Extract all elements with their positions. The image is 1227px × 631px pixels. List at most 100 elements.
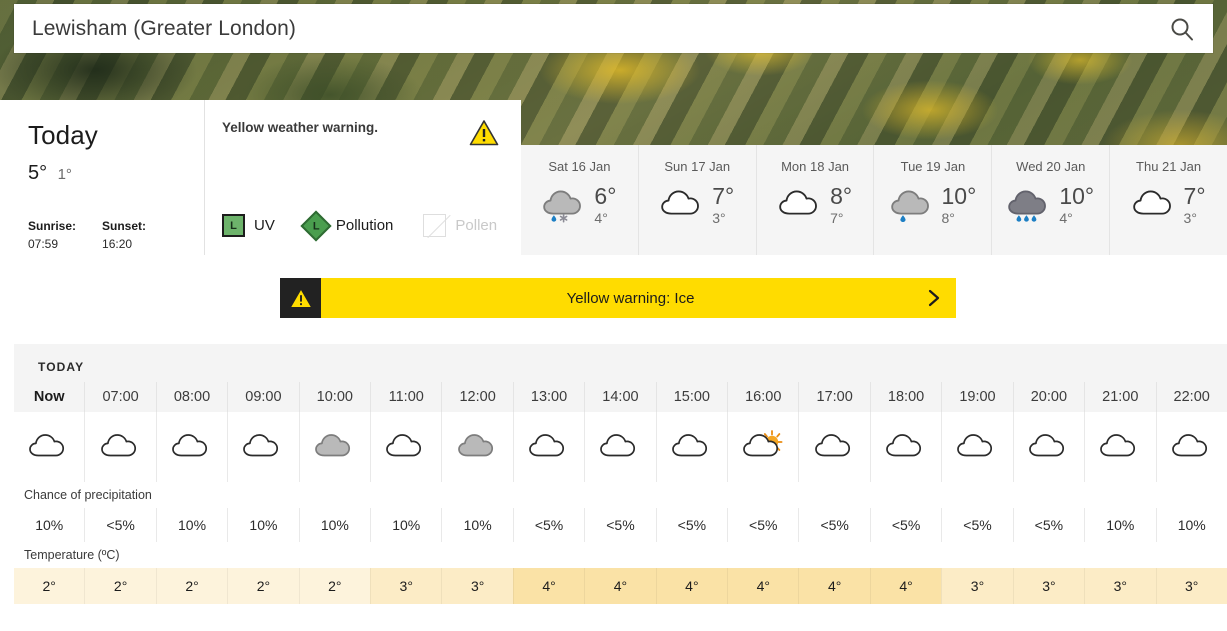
uv-level-badge: L bbox=[222, 214, 245, 237]
cloudy-icon bbox=[956, 429, 998, 465]
light-rain-icon bbox=[890, 185, 936, 225]
hour-precipitation-value: <5% bbox=[941, 508, 1012, 542]
sunny-intervals-icon bbox=[742, 429, 784, 465]
cloudy-icon bbox=[1028, 429, 1070, 465]
hour-temperature-value: 3° bbox=[370, 568, 441, 604]
day-body: 7°3° bbox=[660, 184, 734, 226]
warning-triangle-icon bbox=[469, 119, 499, 146]
day-temps: 8°7° bbox=[830, 184, 852, 226]
hour-weather-icon-cell bbox=[1156, 412, 1227, 482]
indicator-pollution-label: Pollution bbox=[336, 217, 394, 234]
hour-cell-time[interactable]: 17:00 bbox=[798, 382, 869, 412]
today-temperatures: 5° 1° bbox=[28, 162, 204, 185]
day-temps: 10°8° bbox=[942, 184, 977, 226]
hour-weather-icon-cell bbox=[1084, 412, 1155, 482]
pollution-level-value: L bbox=[312, 219, 319, 231]
hour-cell-time[interactable]: 12:00 bbox=[441, 382, 512, 412]
hour-cell-time[interactable]: 11:00 bbox=[370, 382, 441, 412]
location-search-bar[interactable]: Lewisham (Greater London) bbox=[14, 4, 1213, 53]
daily-forecast-strip: Sat 16 Jan6°4°Sun 17 Jan7°3°Mon 18 Jan8°… bbox=[521, 145, 1227, 255]
hour-weather-icon-cell bbox=[441, 412, 512, 482]
cloudy-icon bbox=[660, 185, 706, 225]
sleet-icon bbox=[542, 185, 588, 225]
hour-cell-time[interactable]: 19:00 bbox=[941, 382, 1012, 412]
pollution-level-badge: L bbox=[300, 210, 331, 241]
warning-banner-body[interactable]: Yellow warning: Ice bbox=[321, 278, 956, 318]
day-forecast-card[interactable]: Tue 19 Jan 10°8° bbox=[873, 145, 991, 255]
weather-page: Lewisham (Greater London) Today 5° 1° Su… bbox=[0, 0, 1227, 631]
cloudy-icon bbox=[528, 429, 570, 465]
weather-warning-banner[interactable]: Yellow warning: Ice bbox=[280, 278, 956, 318]
hour-weather-icon-cell bbox=[156, 412, 227, 482]
day-low-temp: 3° bbox=[712, 210, 734, 226]
hourly-precipitation-row: 10%<5%10%10%10%10%10%<5%<5%<5%<5%<5%<5%<… bbox=[14, 508, 1227, 542]
hour-cell-time[interactable]: 07:00 bbox=[84, 382, 155, 412]
day-low-temp: 4° bbox=[594, 210, 616, 226]
hour-temperature-value: 4° bbox=[798, 568, 869, 604]
hour-cell-now[interactable]: Now bbox=[14, 382, 84, 412]
hour-cell-time[interactable]: 15:00 bbox=[656, 382, 727, 412]
hour-cell-time[interactable]: 14:00 bbox=[584, 382, 655, 412]
hour-weather-icon-cell bbox=[727, 412, 798, 482]
chevron-right-icon[interactable] bbox=[912, 288, 956, 308]
cloudy-icon bbox=[1132, 185, 1178, 225]
day-forecast-card[interactable]: Mon 18 Jan8°7° bbox=[756, 145, 874, 255]
hour-cell-time[interactable]: 10:00 bbox=[299, 382, 370, 412]
hour-cell-time[interactable]: 21:00 bbox=[1084, 382, 1155, 412]
hour-temperature-value: 3° bbox=[441, 568, 512, 604]
day-temps: 10°4° bbox=[1059, 184, 1094, 226]
day-body: 7°3° bbox=[1132, 184, 1206, 226]
cloudy-icon bbox=[242, 429, 284, 465]
day-name: Tue 19 Jan bbox=[901, 159, 966, 174]
day-low-temp: 4° bbox=[1059, 210, 1094, 226]
hour-precipitation-value: 10% bbox=[299, 508, 370, 542]
hour-temperature-value: 2° bbox=[84, 568, 155, 604]
search-input[interactable]: Lewisham (Greater London) bbox=[14, 17, 1151, 41]
precipitation-label: Chance of precipitation bbox=[14, 482, 1227, 508]
day-temps: 7°3° bbox=[712, 184, 734, 226]
hour-weather-icon-cell bbox=[798, 412, 869, 482]
indicator-pollen-label: Pollen bbox=[455, 217, 497, 234]
hour-temperature-value: 4° bbox=[870, 568, 941, 604]
hour-cell-time[interactable]: 08:00 bbox=[156, 382, 227, 412]
search-button[interactable] bbox=[1151, 4, 1213, 53]
sunset-time: 16:20 bbox=[102, 237, 146, 251]
day-high-temp: 8° bbox=[830, 184, 852, 208]
day-temps: 6°4° bbox=[594, 184, 616, 226]
hour-precipitation-value: <5% bbox=[513, 508, 584, 542]
hour-precipitation-value: 10% bbox=[227, 508, 298, 542]
hour-temperature-value: 4° bbox=[584, 568, 655, 604]
search-icon bbox=[1168, 15, 1196, 43]
day-high-temp: 7° bbox=[1184, 184, 1206, 208]
hour-weather-icon-cell bbox=[513, 412, 584, 482]
cloudy-icon bbox=[100, 429, 142, 465]
warning-banner-text: Yellow warning: Ice bbox=[321, 290, 912, 307]
sunset-label: Sunset: bbox=[102, 219, 146, 233]
day-low-temp: 3° bbox=[1184, 210, 1206, 226]
hour-cell-time[interactable]: 20:00 bbox=[1013, 382, 1084, 412]
day-forecast-card[interactable]: Thu 21 Jan7°3° bbox=[1109, 145, 1227, 255]
hour-cell-time[interactable]: 18:00 bbox=[870, 382, 941, 412]
hour-cell-time[interactable]: 16:00 bbox=[727, 382, 798, 412]
pollen-unavailable-icon bbox=[423, 214, 446, 237]
warning-triangle-icon bbox=[289, 287, 313, 309]
sunrise-time: 07:59 bbox=[28, 237, 76, 251]
hourly-icon-row bbox=[14, 412, 1227, 482]
hour-precipitation-value: <5% bbox=[727, 508, 798, 542]
hour-precipitation-value: 10% bbox=[1156, 508, 1227, 542]
temperature-label: Temperature (ºC) bbox=[14, 542, 1227, 568]
hour-weather-icon-cell bbox=[941, 412, 1012, 482]
hour-cell-time[interactable]: 09:00 bbox=[227, 382, 298, 412]
cloudy-icon bbox=[778, 185, 824, 225]
hour-cell-time[interactable]: 22:00 bbox=[1156, 382, 1227, 412]
cloudy-icon bbox=[385, 429, 427, 465]
day-body: 8°7° bbox=[778, 184, 852, 226]
day-forecast-card[interactable]: Sat 16 Jan6°4° bbox=[521, 145, 638, 255]
indicator-pollution[interactable]: L Pollution bbox=[305, 215, 394, 237]
indicator-uv[interactable]: L UV bbox=[222, 214, 275, 237]
day-forecast-card[interactable]: Wed 20 Jan10°4° bbox=[991, 145, 1109, 255]
day-name: Sun 17 Jan bbox=[664, 159, 730, 174]
hour-temperature-value: 2° bbox=[227, 568, 298, 604]
day-forecast-card[interactable]: Sun 17 Jan 7°3° bbox=[638, 145, 756, 255]
hour-cell-time[interactable]: 13:00 bbox=[513, 382, 584, 412]
